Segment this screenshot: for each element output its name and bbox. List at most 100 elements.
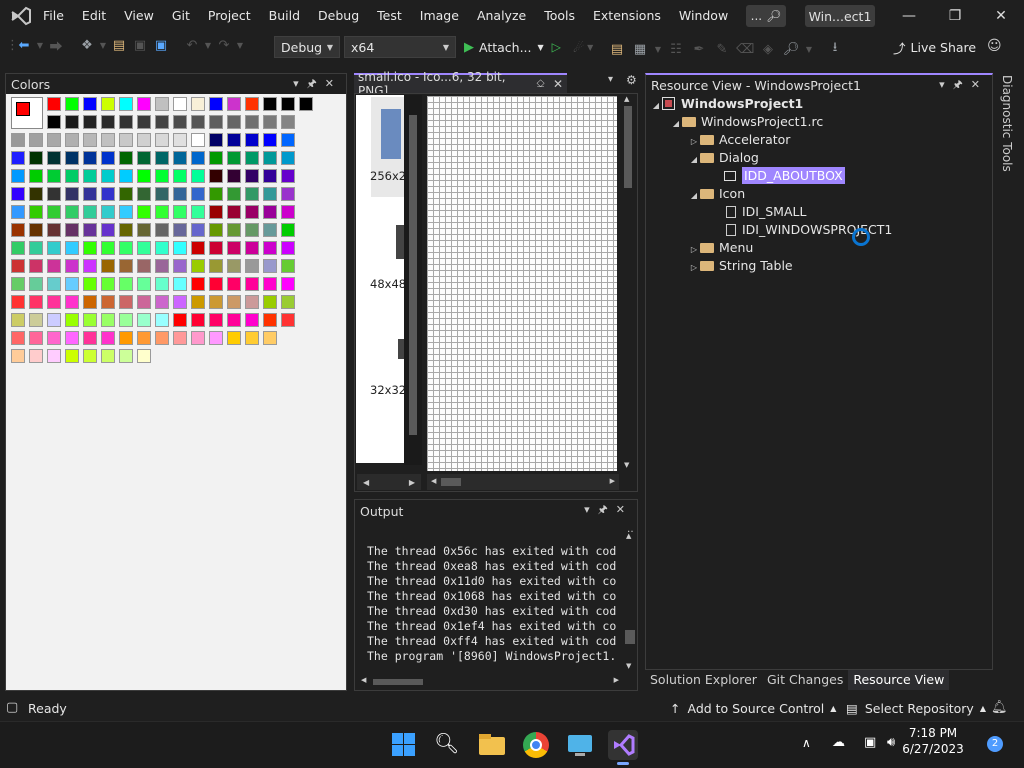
color-swatch[interactable]: [119, 349, 133, 363]
settings-gear-icon[interactable]: ⚙: [626, 73, 637, 87]
color-swatch[interactable]: [119, 115, 133, 129]
color-swatch[interactable]: [281, 151, 295, 165]
thumbs-horizontal-scrollbar[interactable]: ◀ ▶: [357, 474, 421, 490]
zoom-icon[interactable]: 🔎︎: [782, 42, 800, 57]
color-swatch[interactable]: [263, 97, 277, 111]
menu-edit[interactable]: Edit: [73, 0, 115, 32]
color-swatch[interactable]: [281, 115, 295, 129]
color-swatch[interactable]: [173, 295, 187, 309]
color-swatch[interactable]: [29, 151, 43, 165]
notification-bell-icon[interactable]: 🔔︎: [991, 700, 1008, 715]
pin-icon[interactable]: 🖈︎: [953, 78, 971, 91]
canvas-horizontal-scrollbar[interactable]: ◀ ▶: [427, 474, 619, 490]
navigate-back-dropdown-icon[interactable]: ▼: [36, 41, 44, 50]
color-swatch[interactable]: [191, 115, 205, 129]
pin-icon[interactable]: 🖈︎: [307, 77, 325, 90]
color-swatch[interactable]: [47, 259, 61, 273]
color-swatch[interactable]: [83, 277, 97, 291]
color-swatch[interactable]: [65, 331, 79, 345]
browse-folder-icon[interactable]: ▤: [608, 42, 626, 57]
color-swatch[interactable]: [29, 223, 43, 237]
color-swatch[interactable]: [245, 223, 259, 237]
color-swatch[interactable]: [191, 205, 205, 219]
color-swatch[interactable]: [83, 151, 97, 165]
color-swatch[interactable]: [119, 223, 133, 237]
window-position-icon[interactable]: ▾: [584, 503, 598, 516]
new-project-icon[interactable]: ❖: [78, 38, 96, 53]
color-swatch[interactable]: [191, 97, 205, 111]
collapse-icon[interactable]: ▷: [688, 137, 700, 146]
color-swatch[interactable]: [173, 169, 187, 183]
panel-close-icon[interactable]: ✕: [325, 77, 342, 90]
color-swatch[interactable]: [245, 241, 259, 255]
color-swatch[interactable]: [173, 223, 187, 237]
color-swatch[interactable]: [245, 259, 259, 273]
tree-node-dialog[interactable]: ◢ Dialog: [688, 150, 759, 168]
redo-dropdown-icon[interactable]: ▼: [236, 41, 244, 50]
color-swatch[interactable]: [263, 331, 277, 345]
color-swatch[interactable]: [263, 187, 277, 201]
navigate-forward-icon[interactable]: ⮕: [47, 36, 65, 55]
save-all-icon[interactable]: ▣: [152, 38, 170, 53]
volume-icon[interactable]: 🔊︎: [887, 735, 895, 750]
color-swatch[interactable]: [137, 295, 151, 309]
toolbar-overflow-icon[interactable]: ⭳: [826, 38, 844, 60]
scroll-right-icon[interactable]: ▶: [614, 676, 619, 684]
menu-view[interactable]: View: [115, 0, 163, 32]
color-swatch[interactable]: [101, 331, 115, 345]
color-swatch[interactable]: [245, 133, 259, 147]
color-swatch[interactable]: [281, 241, 295, 255]
color-swatch[interactable]: [209, 277, 223, 291]
color-swatch[interactable]: [101, 151, 115, 165]
color-swatch[interactable]: [101, 115, 115, 129]
color-swatch[interactable]: [281, 169, 295, 183]
color-swatch[interactable]: [83, 133, 97, 147]
tab-solution-explorer[interactable]: Solution Explorer: [645, 670, 762, 690]
color-swatch[interactable]: [137, 241, 151, 255]
scroll-right-icon[interactable]: ▶: [409, 478, 415, 487]
color-swatch[interactable]: [11, 205, 25, 219]
color-swatch[interactable]: [191, 151, 205, 165]
visual-studio-taskbar-icon[interactable]: [608, 730, 638, 765]
color-swatch[interactable]: [29, 295, 43, 309]
color-swatch[interactable]: [119, 241, 133, 255]
color-swatch[interactable]: [155, 187, 169, 201]
color-swatch[interactable]: [101, 349, 115, 363]
color-swatch[interactable]: [263, 241, 277, 255]
expand-icon[interactable]: ◢: [688, 155, 700, 164]
color-swatch[interactable]: [281, 133, 295, 147]
color-swatch[interactable]: [245, 313, 259, 327]
color-swatch[interactable]: [137, 115, 151, 129]
color-swatch[interactable]: [155, 313, 169, 327]
color-swatch[interactable]: [173, 331, 187, 345]
color-swatch[interactable]: [263, 295, 277, 309]
eyedropper-icon[interactable]: ✒: [690, 42, 708, 57]
color-swatch[interactable]: [191, 187, 205, 201]
menu-image[interactable]: Image: [411, 0, 468, 32]
scroll-left-icon[interactable]: ◀: [431, 477, 436, 485]
color-swatch[interactable]: [11, 187, 25, 201]
color-swatch[interactable]: [101, 205, 115, 219]
color-swatch[interactable]: [137, 259, 151, 273]
color-swatch[interactable]: [209, 169, 223, 183]
color-swatch[interactable]: [101, 187, 115, 201]
color-swatch[interactable]: [263, 313, 277, 327]
color-swatch[interactable]: [83, 331, 97, 345]
color-swatch[interactable]: [227, 187, 241, 201]
menu-debug[interactable]: Debug: [309, 0, 368, 32]
canvas-vertical-scrollbar[interactable]: ▲ ▼: [621, 95, 635, 473]
color-swatch[interactable]: [245, 115, 259, 129]
start-without-debug-icon[interactable]: ▷: [552, 40, 561, 54]
color-swatch[interactable]: [245, 205, 259, 219]
color-swatch[interactable]: [155, 205, 169, 219]
color-swatch[interactable]: [191, 169, 205, 183]
color-swatch[interactable]: [83, 259, 97, 273]
color-swatch[interactable]: [281, 187, 295, 201]
new-dropdown-icon[interactable]: ▼: [99, 41, 107, 50]
color-swatch[interactable]: [11, 223, 25, 237]
color-swatch[interactable]: [263, 205, 277, 219]
color-swatch[interactable]: [155, 259, 169, 273]
color-swatch[interactable]: [227, 313, 241, 327]
output-window-icon[interactable]: ▢: [6, 700, 18, 715]
color-swatch[interactable]: [137, 187, 151, 201]
